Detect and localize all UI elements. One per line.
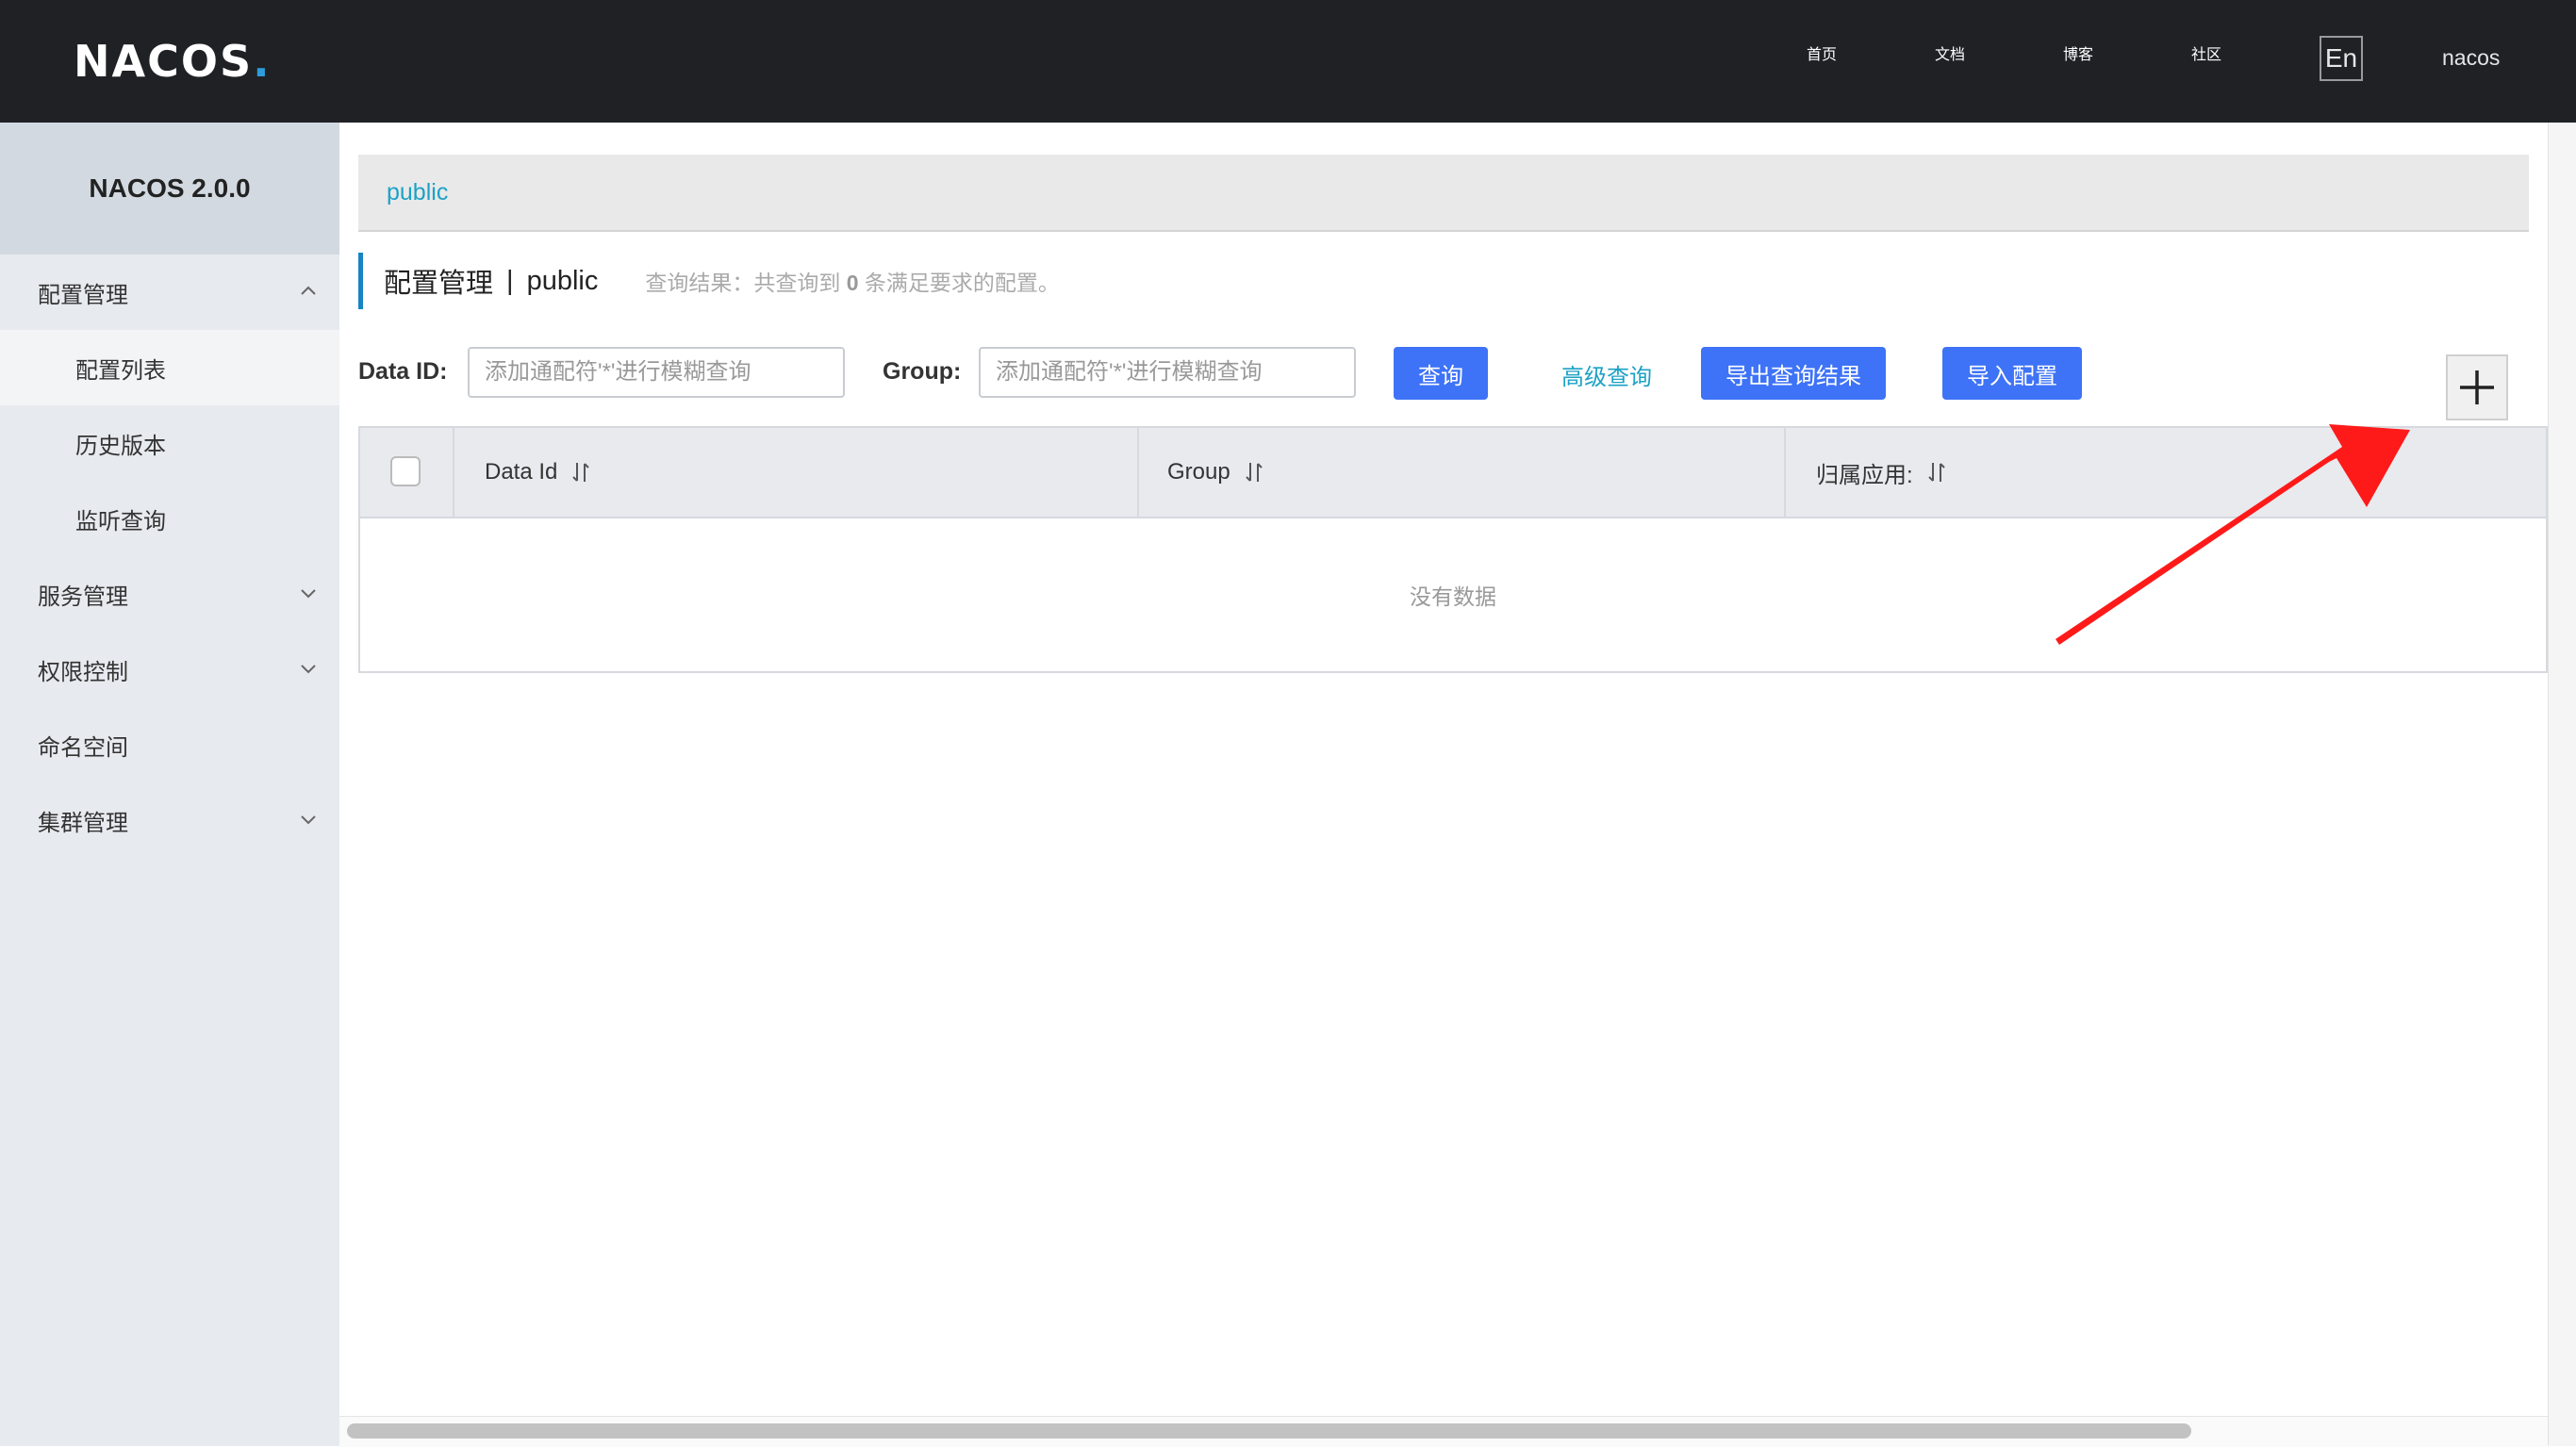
sidebar-item-access-control[interactable]: 权限控制 [0,632,339,707]
sidebar-item-label: 集群管理 [38,810,128,836]
namespace-link-public[interactable]: public [387,179,448,206]
sidebar-item-label: 配置管理 [38,282,128,308]
user-menu[interactable]: nacos [2442,45,2500,71]
chevron-down-icon [301,815,316,825]
sidebar-item-label: 命名空间 [38,734,128,761]
config-table: Data Id Group 归属应用: 没有数据 [358,426,2548,673]
result-count: 0 [846,271,859,295]
column-header-dataid[interactable]: Data Id [485,428,591,517]
page-title-row: 配置管理 | public 查询结果：共查询到 0 条满足要求的配置。 [358,253,1060,309]
column-label: 归属应用: [1816,462,1913,488]
sidebar-version: NACOS 2.0.0 [0,123,339,255]
advanced-query-link[interactable]: 高级查询 [1561,358,1652,391]
group-label: Group: [883,358,962,385]
top-navbar: NACOS. 首页 文档 博客 社区 En nacos [0,0,2576,123]
export-results-button[interactable]: 导出查询结果 [1701,347,1886,400]
sidebar-item-listener-query[interactable]: 监听查询 [0,481,339,556]
column-divider [453,428,454,517]
horizontal-scrollbar-thumb[interactable] [347,1423,2191,1439]
query-button[interactable]: 查询 [1394,347,1488,400]
column-label: Group [1167,459,1230,485]
title-separator: | [506,265,514,296]
column-divider [1784,428,1786,517]
select-all-checkbox[interactable] [390,456,421,486]
table-header: Data Id Group 归属应用: [360,428,2546,518]
column-divider [1137,428,1139,517]
sidebar-item-history[interactable]: 历史版本 [0,405,339,481]
plus-icon [2460,370,2494,404]
sidebar-item-namespace[interactable]: 命名空间 [0,707,339,782]
sidebar-item-config-management[interactable]: 配置管理 [0,255,339,330]
sort-icon[interactable] [1926,460,1947,485]
sort-icon[interactable] [570,460,591,485]
nacos-logo[interactable]: NACOS. [74,28,272,94]
sidebar-item-label: 历史版本 [75,433,166,459]
nav-link-home[interactable]: 首页 [1807,41,1837,64]
group-search-input[interactable] [979,347,1356,398]
page-namespace: public [526,265,599,296]
search-toolbar: Data ID: Group: 查询 高级查询 导出查询结果 导入配置 [0,347,2576,400]
result-suffix: 条满足要求的配置。 [864,271,1060,295]
logo-text: NACOS [74,36,254,87]
result-prefix: 查询结果：共查询到 [645,271,841,295]
table-empty-state: 没有数据 [1410,584,1496,609]
column-header-app[interactable]: 归属应用: [1816,428,1947,517]
chevron-down-icon [301,589,316,599]
language-toggle-button[interactable]: En [2320,36,2363,81]
chevron-up-icon [301,286,316,295]
sort-icon[interactable] [1244,460,1264,485]
vertical-scrollbar[interactable] [2548,123,2576,1446]
column-label: Data Id [485,459,558,485]
column-header-group[interactable]: Group [1167,428,1264,517]
sidebar: NACOS 2.0.0 配置管理 配置列表 历史版本 监听查询 服务管理 权限控… [0,123,339,1446]
import-config-button[interactable]: 导入配置 [1942,347,2082,400]
sidebar-item-cluster-management[interactable]: 集群管理 [0,782,339,858]
logo-dot: . [253,36,272,87]
page-title: 配置管理 [384,269,494,299]
nav-link-community[interactable]: 社区 [2191,41,2221,64]
namespace-bar: public [358,155,2529,232]
chevron-down-icon [301,665,316,674]
nav-link-blog[interactable]: 博客 [2063,41,2093,64]
nav-link-docs[interactable]: 文档 [1935,41,1965,64]
sidebar-item-service-management[interactable]: 服务管理 [0,556,339,632]
dataid-search-input[interactable] [468,347,845,398]
query-result-summary: 查询结果：共查询到 0 条满足要求的配置。 [645,265,1060,297]
dataid-label: Data ID: [358,358,448,385]
sidebar-item-label: 服务管理 [38,584,128,610]
sidebar-item-label: 监听查询 [75,508,166,534]
add-config-button[interactable] [2446,354,2508,420]
sidebar-item-label: 权限控制 [38,659,128,685]
